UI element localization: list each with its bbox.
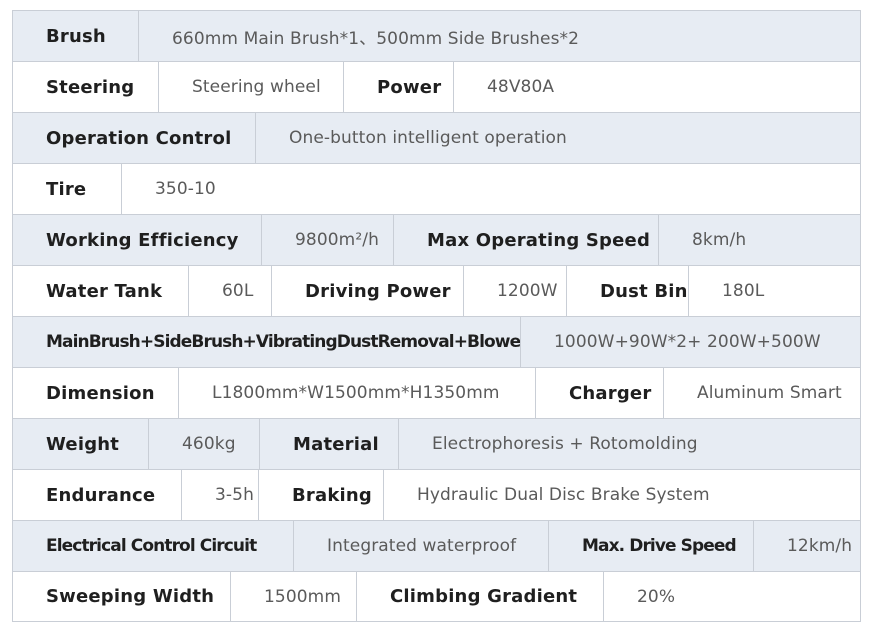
spec-value: Electrophoresis + Rotomolding — [398, 419, 860, 469]
spec-label: Operation Control — [46, 127, 232, 149]
spec-row-motor-power: MainBrush+SideBrush+VibratingDustRemoval… — [13, 317, 860, 368]
spec-value: One-button intelligent operation — [255, 113, 860, 163]
spec-row-electrical-control: Electrical Control Circuit Integrated wat… — [13, 521, 860, 572]
spec-label: Tire — [46, 178, 87, 200]
spec-value: 350-10 — [121, 164, 860, 214]
spec-value: 48V80A — [453, 62, 860, 112]
spec-value: 20% — [603, 572, 860, 621]
spec-value: 60L — [188, 266, 271, 316]
spec-label: Endurance — [46, 484, 156, 506]
spec-value: 3-5h — [181, 470, 258, 520]
spec-label: Working Efficiency — [46, 229, 239, 251]
spec-label: Brush — [46, 25, 106, 47]
spec-value: 1500mm — [230, 572, 356, 621]
spec-row-operation-control: Operation Control One-button intelligent … — [13, 113, 860, 164]
spec-label: Max Operating Speed — [393, 215, 658, 265]
spec-row-working-efficiency: Working Efficiency 9800m²/h Max Operating … — [13, 215, 860, 266]
spec-row-steering: Steering Steering wheel Power 48V80A — [13, 62, 860, 113]
spec-row-dimension: Dimension L1800mm*W1500mm*H1350mm Charger A… — [13, 368, 860, 419]
spec-label: Driving Power — [271, 266, 463, 316]
spec-value: 460kg — [148, 419, 259, 469]
spec-value: 660mm Main Brush*1、500mm Side Brushes*2 — [138, 11, 860, 61]
spec-value: 9800m²/h — [261, 215, 393, 265]
spec-label: Max. Drive Speed — [548, 521, 753, 571]
spec-value: 12km/h — [753, 521, 860, 571]
spec-value: Aluminum Smart — [663, 368, 860, 418]
spec-row-tire: Tire 350-10 — [13, 164, 860, 215]
spec-value: Steering wheel — [158, 62, 343, 112]
spec-value: Integrated waterproof — [293, 521, 548, 571]
spec-label: Water Tank — [46, 280, 163, 302]
spec-value: 1200W — [463, 266, 566, 316]
spec-value: 180L — [688, 266, 860, 316]
spec-value: 1000W+90W*2+ 200W+500W — [520, 317, 860, 367]
spec-value: Hydraulic Dual Disc Brake System — [383, 470, 860, 520]
spec-label: Weight — [46, 433, 120, 455]
spec-row-endurance: Endurance 3-5h Braking Hydraulic Dual Disc … — [13, 470, 860, 521]
spec-label: Charger — [535, 368, 663, 418]
spec-row-water-tank: Water Tank 60L Driving Power 1200W Dust Bin 1… — [13, 266, 860, 317]
spec-label: MainBrush+SideBrush+VibratingDustRemoval… — [46, 332, 520, 352]
spec-label: Climbing Gradient — [356, 572, 603, 621]
spec-label: Dimension — [46, 382, 155, 404]
spec-row-sweeping-width: Sweeping Width 1500mm Climbing Gradient 20% — [13, 572, 860, 621]
spec-value: 8km/h — [658, 215, 860, 265]
spec-label: Braking — [258, 470, 383, 520]
spec-label: Power — [343, 62, 453, 112]
spec-row-weight: Weight 460kg Material Electrophoresis + Rot… — [13, 419, 860, 470]
spec-label: Material — [259, 419, 398, 469]
spec-label: Sweeping Width — [46, 586, 215, 607]
spec-table: Brush 660mm Main Brush*1、500mm Side Brush… — [12, 10, 861, 622]
spec-label: Dust Bin — [566, 266, 688, 316]
spec-value: L1800mm*W1500mm*H1350mm — [178, 368, 535, 418]
spec-label: Electrical Control Circuit — [46, 536, 257, 556]
spec-row-brush: Brush 660mm Main Brush*1、500mm Side Brush… — [13, 11, 860, 62]
spec-label: Steering — [46, 76, 135, 98]
